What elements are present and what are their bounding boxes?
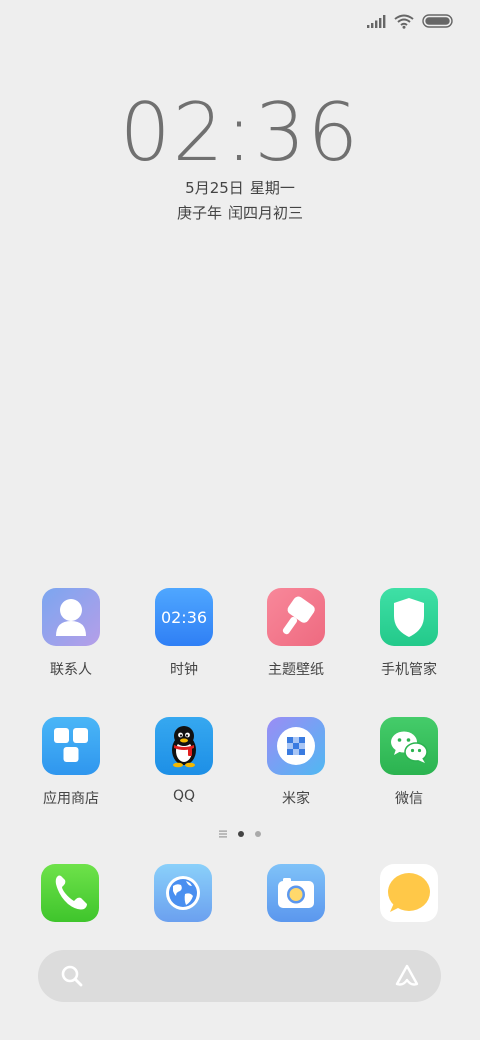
signal-icon <box>367 15 386 28</box>
security-icon <box>380 588 438 646</box>
app-qq[interactable]: QQ <box>134 717 234 804</box>
app-security[interactable]: 手机管家 <box>359 588 459 679</box>
lunar-date-line: 庚子年 闰四月初三 <box>0 202 480 223</box>
page-list-icon[interactable] <box>219 830 227 838</box>
lock-clock-time[interactable]: 02:36 <box>0 88 480 178</box>
lunar-year-text: 庚子年 <box>176 204 222 222</box>
app-themes[interactable]: 主题壁纸 <box>246 588 346 679</box>
lunar-date-text: 闰四月初三 <box>228 204 304 222</box>
search-icon[interactable] <box>60 964 84 988</box>
app-wechat[interactable]: 微信 <box>359 717 459 808</box>
status-bar <box>366 10 454 32</box>
mi-home-icon <box>267 717 325 775</box>
app-label: 联系人 <box>50 662 92 678</box>
app-label: 米家 <box>282 791 310 807</box>
app-mi-home[interactable]: 米家 <box>246 717 346 808</box>
themes-icon <box>267 588 325 646</box>
dock-messages[interactable] <box>380 864 438 922</box>
date-line: 5月25日 星期一 <box>0 177 480 198</box>
camera-icon <box>278 878 314 908</box>
wechat-icon <box>380 717 438 775</box>
app-label: 应用商店 <box>43 791 99 807</box>
browser-icon <box>166 876 200 910</box>
app-label: 主题壁纸 <box>268 662 324 678</box>
clock-icon: 02:36 <box>155 588 213 646</box>
app-label: QQ <box>172 788 196 804</box>
clock-icon-time: 02:36 <box>160 608 208 627</box>
date-text: 5月25日 <box>185 179 244 197</box>
dock-phone[interactable] <box>41 864 99 922</box>
contacts-icon <box>42 588 100 646</box>
app-store-icon <box>42 717 100 775</box>
dock-browser[interactable] <box>154 864 212 922</box>
search-bar[interactable] <box>38 950 441 1002</box>
app-contacts[interactable]: 联系人 <box>21 588 121 679</box>
weekday-text: 星期一 <box>249 179 295 197</box>
app-label: 手机管家 <box>381 662 437 678</box>
page-dot-current[interactable] <box>238 831 244 837</box>
phone-icon <box>55 875 87 910</box>
app-label: 时钟 <box>170 662 198 678</box>
battery-icon <box>422 14 453 28</box>
qq-icon <box>155 717 213 775</box>
page-dot[interactable] <box>255 831 261 837</box>
messages-icon <box>388 873 430 912</box>
page-indicator[interactable] <box>0 830 480 838</box>
dock-camera[interactable] <box>267 864 325 922</box>
wifi-icon <box>394 14 414 29</box>
assistant-icon[interactable] <box>393 962 421 990</box>
app-clock[interactable]: 02:36 时钟 <box>134 588 234 679</box>
app-app-store[interactable]: 应用商店 <box>21 717 121 808</box>
app-label: 微信 <box>395 791 423 807</box>
